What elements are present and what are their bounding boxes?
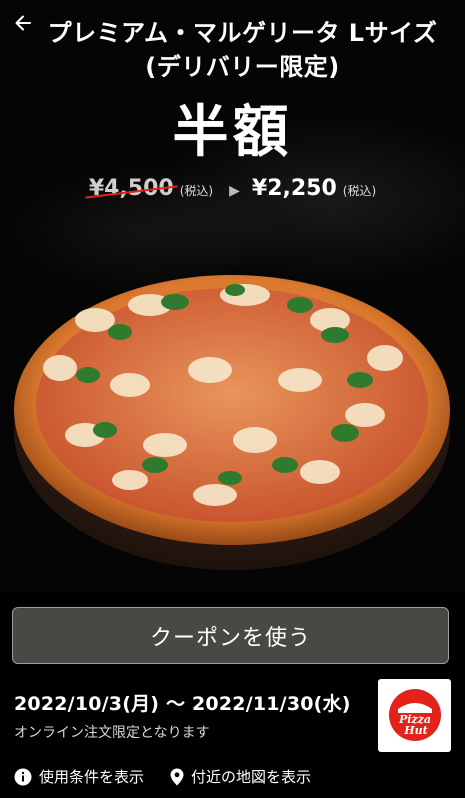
discounted-price: ¥2,250	[251, 176, 337, 201]
nearby-map-link[interactable]: 付近の地図を表示	[170, 766, 311, 787]
pizza-image	[0, 240, 465, 593]
nearby-map-link-label: 付近の地図を表示	[191, 768, 312, 786]
coupon-links: 使用条件を表示 付近の地図を表示	[14, 766, 311, 787]
coupon-hero-image: プレミアム・マルゲリータ Lサイズ (デリバリー限定) 半額 ¥4,500 (税…	[0, 0, 465, 593]
location-pin-icon	[170, 768, 184, 786]
arrow-left-icon	[15, 15, 31, 31]
triangle-right-icon: ▶	[229, 183, 240, 199]
price-row: ¥4,500 (税込) ▶ ¥2,250 (税込)	[0, 176, 465, 201]
product-title: プレミアム・マルゲリータ Lサイズ (デリバリー限定)	[40, 16, 445, 84]
svg-text:Hut: Hut	[403, 724, 427, 737]
pizza-hut-logo: Pizza Hut	[378, 679, 451, 752]
product-title-line2: (デリバリー限定)	[145, 53, 340, 81]
online-only-note: オンライン注文限定となります	[14, 725, 210, 741]
use-coupon-button[interactable]: クーポンを使う	[12, 607, 449, 664]
info-icon	[14, 768, 32, 786]
back-button[interactable]	[10, 10, 36, 36]
discount-headline: 半額	[172, 100, 293, 165]
original-price: ¥4,500	[88, 176, 174, 201]
terms-link[interactable]: 使用条件を表示	[14, 766, 144, 787]
terms-link-label: 使用条件を表示	[39, 768, 145, 786]
valid-period: 2022/10/3(月) 〜 2022/11/30(水)	[14, 693, 351, 715]
product-title-line1: プレミアム・マルゲリータ Lサイズ	[47, 19, 438, 47]
original-price-tax: (税込)	[179, 184, 214, 198]
discounted-price-tax: (税込)	[342, 184, 377, 198]
